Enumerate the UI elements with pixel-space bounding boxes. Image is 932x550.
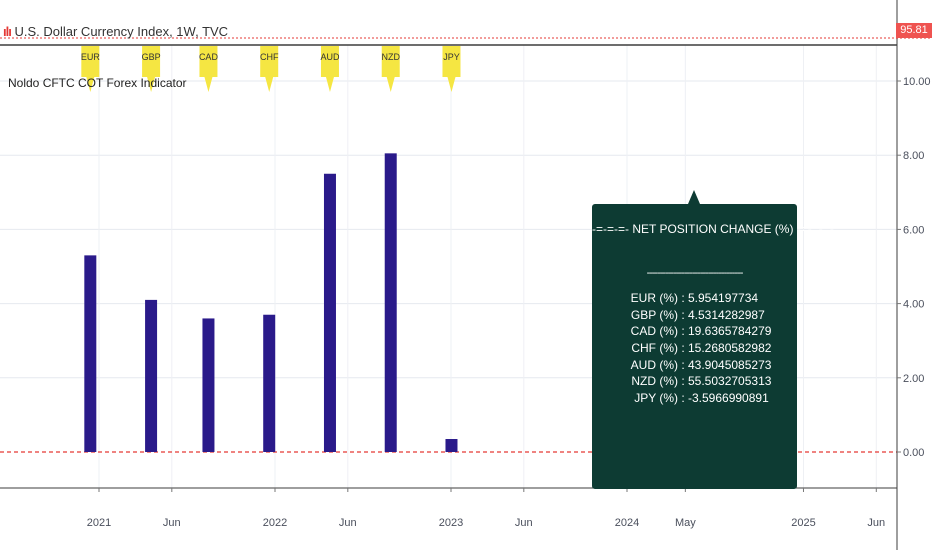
net-row-value: 43.9045085273 [688, 357, 772, 372]
bar-jpy [445, 439, 458, 452]
net-table-title: -=-=-=- NET POSITION CHANGE (%) -=-=-=- [592, 222, 834, 236]
x-tick-label: 2024 [615, 517, 639, 529]
flag-jpy: JPY [442, 46, 461, 92]
net-row-colon: : [681, 341, 685, 356]
net-row-colon: : [681, 291, 685, 305]
flag-chf: CHF [260, 46, 279, 92]
bar-chf [263, 314, 276, 452]
y-tick-label: 0.00 [903, 447, 924, 459]
bar-eur [84, 255, 97, 452]
y-tick-label: 6.00 [903, 224, 924, 236]
net-row-value: 4.5314282987 [688, 307, 765, 322]
net-table-row: AUD (%):43.9045085273 [592, 357, 797, 374]
y-tick-label: 4.00 [903, 299, 924, 311]
net-table-row: GBP (%):4.5314282987 [592, 307, 797, 324]
flag-label: CAD [199, 52, 219, 62]
net-row-value: 15.2680582982 [688, 341, 772, 356]
y-tick-label: 10.00 [903, 76, 931, 88]
bars-icon: ılı [3, 24, 12, 39]
flag-label: CHF [260, 52, 279, 62]
flag-nzd: NZD [381, 46, 400, 92]
bar-aud [323, 173, 336, 452]
net-table-row: JPY (%): -3.5966990891 [592, 390, 797, 407]
x-tick-label: 2025 [791, 517, 815, 529]
symbol-title[interactable]: ılı U.S. Dollar Currency Index, 1W, TVC [3, 24, 228, 39]
flag-aud: AUD [320, 46, 340, 92]
flag-cad: CAD [199, 46, 219, 92]
net-row-currency: NZD (%) [631, 374, 678, 389]
x-tick-label: Jun [339, 517, 357, 529]
table-pointer [688, 190, 700, 204]
bar-gbp [145, 299, 158, 452]
net-row-colon: : [681, 357, 685, 372]
net-table-row: EUR (%):5.954197734 [592, 290, 797, 307]
net-table-row: CAD (%):19.6365784279 [592, 323, 797, 340]
net-row-currency: GBP (%) [630, 307, 678, 322]
x-tick-label: 2023 [439, 517, 463, 529]
net-row-colon: : [681, 391, 685, 406]
flag-label: JPY [443, 52, 460, 62]
flag-label: GBP [142, 52, 161, 62]
net-table-row: NZD (%):55.5032705313 [592, 373, 797, 390]
net-row-colon: : [681, 374, 685, 389]
bar-cad [202, 318, 215, 452]
flag-label: NZD [381, 52, 400, 62]
net-row-colon: : [681, 324, 685, 339]
net-position-table: -=-=-=- NET POSITION CHANGE (%) -=-=-=- … [592, 190, 834, 489]
y-tick-label: 2.00 [903, 373, 924, 385]
net-table-separator: ------------------------------------ [646, 267, 744, 279]
indicator-name[interactable]: Noldo CFTC COT Forex Indicator [8, 76, 187, 90]
y-tick-label: 8.00 [903, 150, 924, 162]
symbol-title-text: U.S. Dollar Currency Index, 1W, TVC [14, 24, 229, 39]
x-axis: 2021 Jun 2022 Jun 2023 Jun 2024 May 2025 Jun [0, 487, 897, 529]
y-axis: 0.00 2.00 4.00 6.00 8.00 10.00 [896, 0, 931, 550]
net-row-currency: CAD (%) [630, 324, 678, 339]
x-tick-label: Jun [163, 517, 181, 529]
bar-series [84, 153, 458, 452]
x-tick-label: 2021 [87, 517, 111, 529]
net-table-row: CHF (%):15.2680582982 [592, 340, 797, 357]
net-row-currency: AUD (%) [630, 357, 678, 372]
price-badge: 95.81 [896, 23, 932, 38]
net-table-rows: EUR (%):5.954197734 GBP (%):4.5314282987 C… [592, 290, 797, 407]
net-row-currency: JPY (%) [634, 391, 678, 406]
net-row-value: 19.6365784279 [688, 324, 772, 339]
net-row-colon: : [681, 307, 685, 322]
bar-nzd [384, 153, 397, 452]
net-row-value: 55.5032705313 [688, 374, 772, 389]
chart-frame [0, 37, 932, 46]
x-tick-label: Jun [515, 517, 533, 529]
x-tick-label: Jun [867, 517, 885, 529]
net-row-value: -3.5966990891 [688, 391, 769, 406]
x-tick-label: 2022 [263, 517, 287, 529]
flag-label: EUR [81, 52, 101, 62]
net-row-value: 5.954197734 [688, 291, 759, 305]
net-row-currency: EUR (%) [630, 291, 678, 305]
flag-label: AUD [320, 52, 340, 62]
net-row-currency: CHF (%) [631, 341, 678, 356]
x-tick-label: May [675, 517, 696, 529]
